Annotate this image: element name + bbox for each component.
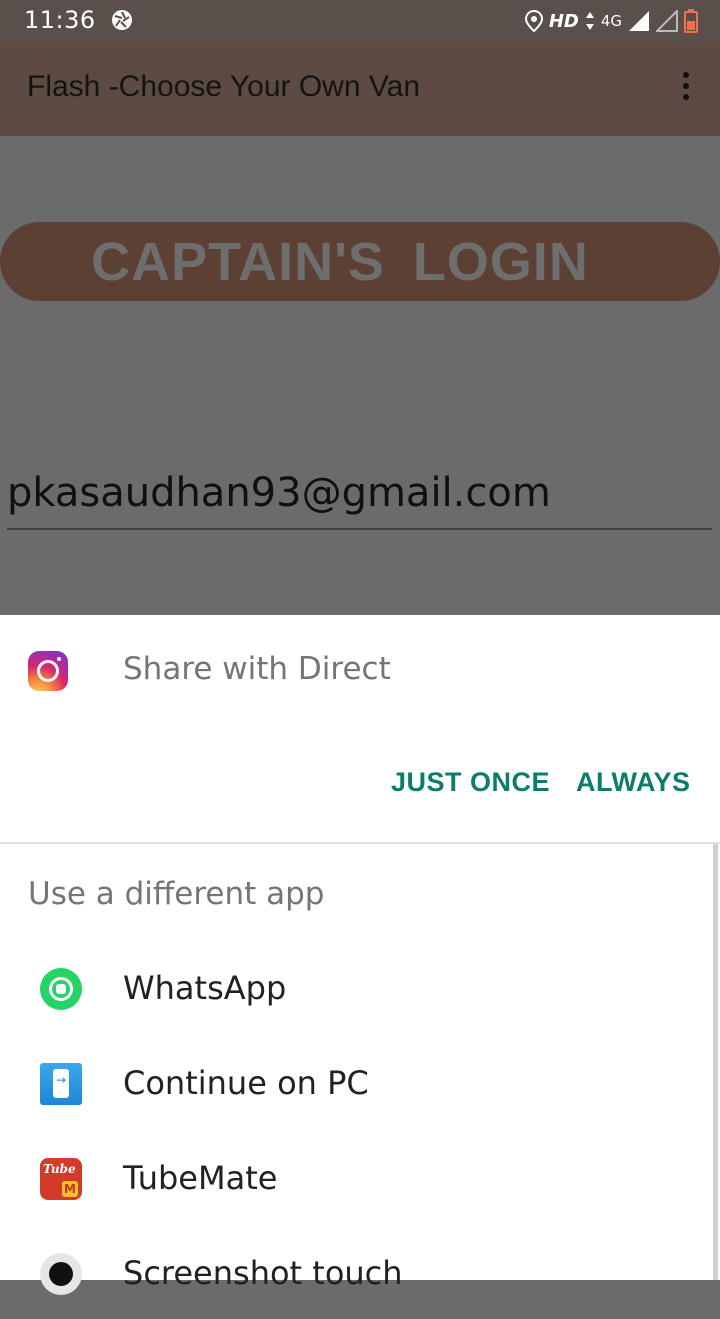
captain-login-banner[interactable]: CAPTAIN'S LOGIN [0,222,720,301]
signal-icon [629,11,649,31]
app-item-label: TubeMate [123,1159,278,1197]
app-bar: Flash -Choose Your Own Van [0,42,720,136]
app-item-label: WhatsApp [123,969,287,1007]
chooser-app-list[interactable]: Use a different app WhatsApp → Continue … [0,844,720,1295]
tubemate-icon: Tube M [40,1158,82,1200]
instagram-icon [28,651,68,691]
app-item-tubemate[interactable]: Tube M TubeMate [0,1134,710,1224]
share-with-direct-label: Share with Direct [123,651,391,687]
app-item-label: Screenshot touch [123,1254,403,1292]
email-field[interactable]: pkasaudhan93@gmail.com [7,470,712,530]
signal-empty-icon [656,10,678,32]
continue-on-pc-icon: → [40,1063,82,1105]
screenshot-touch-icon [40,1253,82,1295]
overflow-menu-icon[interactable] [678,72,694,106]
app-item-label: Continue on PC [123,1064,369,1102]
app-item-whatsapp[interactable]: WhatsApp [0,944,710,1034]
app-item-continue-on-pc[interactable]: → Continue on PC [0,1039,710,1129]
just-once-button[interactable]: JUST ONCE [391,767,550,798]
app-title: Flash -Choose Your Own Van [27,70,421,103]
battery-low-icon [684,9,698,33]
aperture-icon [112,10,132,30]
status-bar: 11:36 HD 4G [0,0,720,42]
scrollbar[interactable] [713,844,718,1280]
chooser-default-section: Share with Direct JUST ONCE ALWAYS [0,615,720,844]
data-arrows-icon [585,12,594,30]
captain-login-label: CAPTAIN'S LOGIN [91,231,589,292]
status-icons: HD 4G [524,8,698,34]
always-button[interactable]: ALWAYS [576,767,691,798]
location-icon [524,10,543,32]
whatsapp-icon [40,968,82,1010]
status-time: 11:36 [24,6,96,34]
hd-label: HD [548,10,579,32]
network-type-label: 4G [600,12,622,30]
app-item-screenshot-touch[interactable]: Screenshot touch [0,1229,710,1319]
use-different-app-title: Use a different app [28,876,325,912]
